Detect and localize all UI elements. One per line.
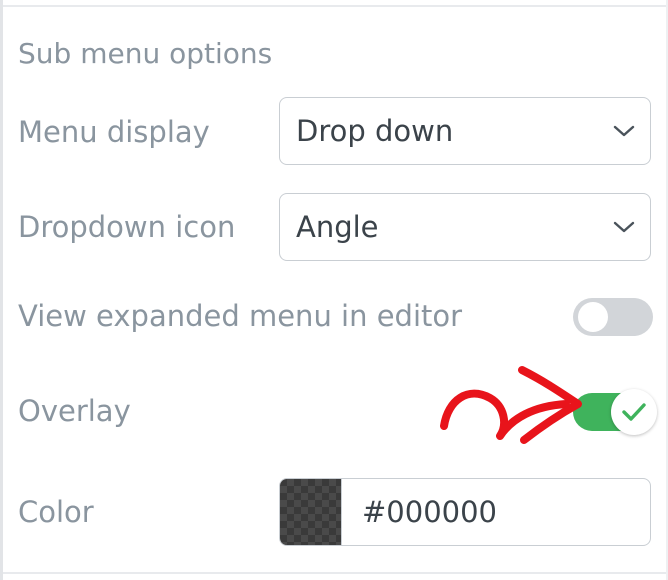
toggle-knob (578, 302, 608, 332)
color-picker-field[interactable]: #000000 (279, 478, 651, 546)
dropdown-icon-value: Angle (296, 210, 379, 244)
top-divider (3, 5, 666, 7)
red-arrow-annotation (440, 366, 582, 444)
color-swatch[interactable] (280, 479, 342, 545)
view-expanded-label: View expanded menu in editor (18, 299, 463, 333)
toggle-knob (611, 389, 657, 435)
dropdown-icon-label: Dropdown icon (18, 210, 236, 244)
menu-display-value: Drop down (296, 114, 454, 148)
section-title: Sub menu options (18, 37, 273, 70)
view-expanded-toggle[interactable] (573, 298, 653, 336)
sub-menu-options-panel: Sub menu options Menu display Drop down … (0, 0, 668, 580)
dropdown-icon-select[interactable]: Angle (279, 193, 651, 261)
chevron-down-icon (613, 125, 635, 137)
panel-left-border (0, 0, 3, 580)
overlay-label: Overlay (18, 394, 131, 428)
color-hex-value: #000000 (362, 495, 498, 529)
menu-display-select[interactable]: Drop down (279, 97, 651, 165)
check-icon (622, 403, 646, 421)
chevron-down-icon (613, 221, 635, 233)
bottom-divider (3, 572, 666, 574)
menu-display-label: Menu display (18, 115, 210, 149)
color-label: Color (18, 495, 94, 529)
